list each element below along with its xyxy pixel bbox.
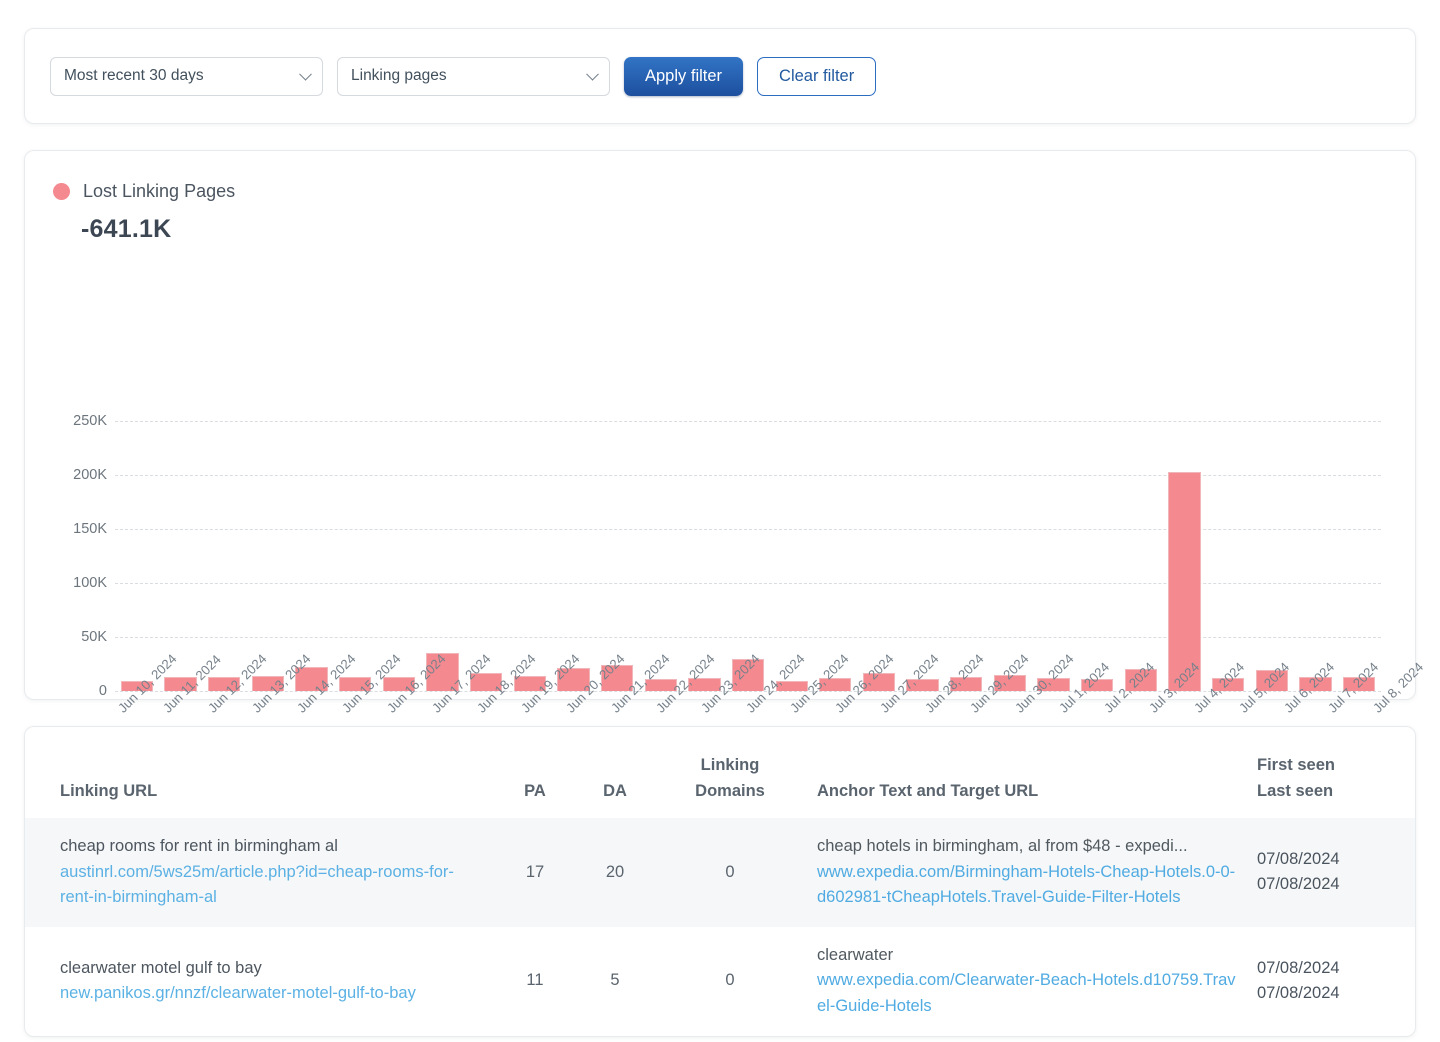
cell-seen-dates: 07/08/2024 07/08/2024 [1245, 818, 1415, 927]
bar-slot [115, 421, 159, 691]
bar-chart-plot: 250K 200K 150K 100K 50K 0 [53, 413, 1381, 699]
chart-legend[interactable]: Lost Linking Pages [53, 181, 1385, 202]
bar-slot [290, 421, 334, 691]
cell-anchor: clearwater www.expedia.com/Clearwater-Bea… [805, 927, 1245, 1036]
bar-slot [683, 421, 727, 691]
bar-slot [552, 421, 596, 691]
cell-linking-url: clearwater motel gulf to bay new.panikos.… [25, 927, 495, 1036]
table-row[interactable]: cheap rooms for rent in birmingham al aus… [25, 818, 1415, 927]
y-axis-tick: 50K [81, 629, 107, 645]
y-axis-tick: 200K [73, 467, 107, 483]
period-select[interactable]: Most recent 30 days [50, 56, 323, 96]
linking-url-title: clearwater motel gulf to bay [60, 958, 262, 977]
apply-filter-button[interactable]: Apply filter [624, 56, 744, 96]
bar-slot [901, 421, 945, 691]
cell-anchor: cheap hotels in birmingham, al from $48 … [805, 818, 1245, 927]
last-seen-value: 07/08/2024 [1257, 875, 1340, 894]
bar-slot [1250, 421, 1294, 691]
cell-linking-domains: 0 [725, 971, 735, 990]
bar-series [115, 421, 1381, 691]
page-root: Most recent 30 days Linking pages Apply … [0, 28, 1440, 1042]
chart-bar[interactable] [1168, 471, 1201, 691]
cell-linking-domains: 0 [725, 862, 735, 881]
y-axis-tick: 0 [98, 683, 107, 699]
linking-url-title: cheap rooms for rent in birmingham al [60, 837, 338, 856]
bar-slot [1119, 421, 1163, 691]
bar-slot [988, 421, 1032, 691]
cell-da: 5 [610, 971, 620, 990]
bar-slot [1294, 421, 1338, 691]
anchor-text: clearwater [817, 945, 894, 964]
linking-url-link[interactable]: new.panikos.gr/nnzf/clearwater-motel-gul… [60, 981, 487, 1007]
table-body: cheap rooms for rent in birmingham al aus… [25, 818, 1415, 1035]
bar-slot [1075, 421, 1119, 691]
bar-slot [159, 421, 203, 691]
cell-da: 20 [605, 862, 625, 881]
first-seen-value: 07/08/2024 [1257, 849, 1340, 868]
cell-seen-dates: 07/08/2024 07/08/2024 [1245, 927, 1415, 1036]
bar-slot [333, 421, 377, 691]
target-url-link[interactable]: www.expedia.com/Birmingham-Hotels-Cheap-… [817, 860, 1237, 911]
bar-slot [726, 421, 770, 691]
filter-controls: Most recent 30 days Linking pages Apply … [50, 56, 877, 96]
chevron-down-icon [586, 67, 599, 81]
bar-slot [377, 421, 421, 691]
bar-slot [814, 421, 858, 691]
y-axis-tick: 150K [73, 521, 107, 537]
link-type-select[interactable]: Linking pages [337, 56, 610, 96]
clear-filter-button[interactable]: Clear filter [757, 56, 877, 96]
bar-slot [508, 421, 552, 691]
anchor-text: cheap hotels in birmingham, al from $48 … [817, 837, 1188, 856]
legend-color-dot [53, 183, 70, 200]
period-select-value: Most recent 30 days [64, 67, 204, 84]
y-axis-tick: 100K [73, 575, 107, 591]
chart-card: Lost Linking Pages -641.1K 250K 200K 150K 1… [24, 150, 1426, 716]
filter-bar: Most recent 30 days Linking pages Apply … [24, 28, 1416, 124]
target-url-link[interactable]: www.expedia.com/Clearwater-Beach-Hotels.… [817, 968, 1237, 1019]
last-seen-value: 07/08/2024 [1257, 984, 1340, 1003]
first-seen-value: 07/08/2024 [1257, 958, 1340, 977]
bar-slot [202, 421, 246, 691]
bar-slot [944, 421, 988, 691]
x-axis-labels: Jun 10, 2024 Jun 11, 2024 Jun 12, 2024 Jun … [115, 651, 1426, 789]
cell-pa: 11 [526, 971, 544, 990]
grid-line [115, 691, 1381, 692]
table-row[interactable]: clearwater motel gulf to bay new.panikos.… [25, 927, 1415, 1036]
bar-slot [1032, 421, 1076, 691]
chart-total-value: -641.1K [81, 215, 172, 243]
link-type-select-value: Linking pages [351, 67, 447, 84]
bar-slot [770, 421, 814, 691]
cell-linking-url: cheap rooms for rent in birmingham al aus… [25, 818, 495, 927]
bar-slot [1337, 421, 1381, 691]
bar-slot [857, 421, 901, 691]
bar-slot [1206, 421, 1250, 691]
bar-slot [246, 421, 290, 691]
y-axis: 250K 200K 150K 100K 50K 0 [53, 413, 115, 699]
y-axis-tick: 250K [73, 413, 107, 429]
bar-slot [1163, 421, 1207, 691]
linking-url-link[interactable]: austinrl.com/5ws25m/article.php?id=cheap… [60, 860, 487, 911]
bar-slot [421, 421, 465, 691]
legend-label: Lost Linking Pages [83, 181, 236, 201]
bar-slot [464, 421, 508, 691]
chevron-down-icon [299, 67, 312, 81]
cell-pa: 17 [525, 862, 545, 881]
